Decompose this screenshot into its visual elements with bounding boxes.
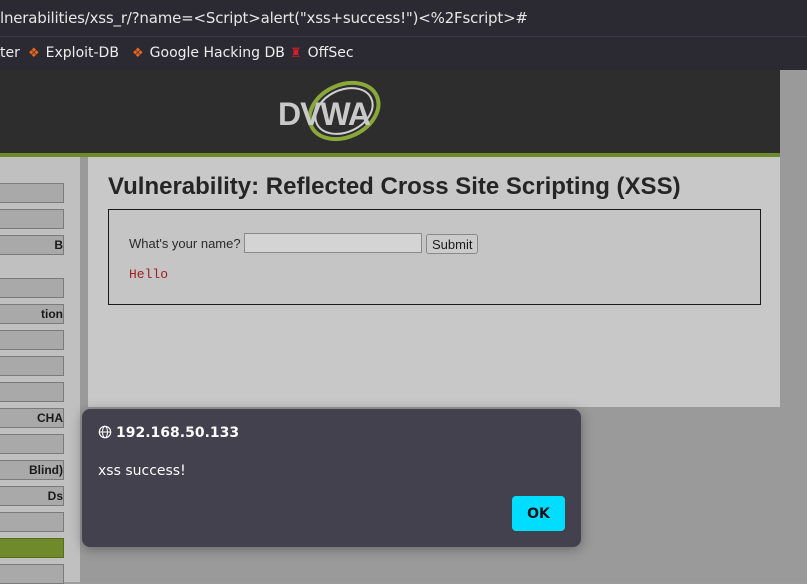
sidebar-menu: B tion CHA Blind) Ds [0, 157, 80, 584]
bookmark-item[interactable]: ter [0, 45, 20, 61]
sidebar-item[interactable]: Ds [0, 486, 64, 506]
sidebar-item[interactable] [0, 209, 64, 229]
globe-icon [98, 425, 112, 439]
sidebar-item[interactable]: B [0, 235, 64, 255]
ghdb-icon: ❖ [132, 46, 144, 61]
sidebar-item[interactable] [0, 330, 64, 350]
vulnerable-code-area: What's your name? Submit Hello [108, 209, 761, 305]
sidebar-item-label: B [54, 238, 63, 252]
sidebar-item-active[interactable] [0, 538, 64, 558]
bookmarks-toolbar: ter ❖ Exploit-DB ❖ Google Hacking DB ♜ OffS… [0, 36, 807, 70]
sidebar-item[interactable] [0, 382, 64, 402]
url-bar[interactable]: lnerabilities/xss_r/?name=<Script>alert(… [0, 0, 807, 36]
sidebar-item[interactable]: CHA [0, 408, 64, 428]
sidebar-item[interactable] [0, 512, 64, 532]
bookmark-label: OffSec [307, 45, 354, 61]
sidebar-item-label: Ds [47, 489, 63, 503]
submit-button[interactable]: Submit [426, 234, 479, 254]
bookmark-offsec[interactable]: ♜ OffSec [290, 45, 354, 61]
offsec-icon: ♜ [290, 46, 302, 61]
sidebar-item[interactable]: tion [0, 304, 64, 324]
name-label: What's your name? [129, 236, 241, 251]
bookmark-label: ter [0, 45, 20, 61]
sidebar-item[interactable] [0, 356, 64, 376]
bookmark-label: Google Hacking DB [149, 45, 285, 61]
dialog-origin-text: 192.168.50.133 [116, 425, 240, 441]
sidebar-item-label: CHA [37, 411, 63, 425]
sidebar-item[interactable] [0, 564, 64, 584]
reflected-output: Hello [129, 267, 169, 282]
dialog-message: xss success! [98, 463, 186, 479]
sidebar-item-label: Blind) [29, 463, 63, 477]
page-title: Vulnerability: Reflected Cross Site Scri… [108, 173, 681, 200]
sidebar-item[interactable] [0, 278, 64, 298]
exploit-db-icon: ❖ [28, 46, 40, 61]
sidebar-item[interactable] [0, 434, 64, 454]
ok-button[interactable]: OK [512, 496, 565, 531]
bookmark-label: Exploit-DB [45, 45, 119, 61]
sidebar-item[interactable]: Blind) [0, 460, 64, 480]
sidebar-item[interactable] [0, 183, 64, 203]
logo-text: DVWA [278, 96, 371, 132]
bookmark-exploit-db[interactable]: ❖ Exploit-DB [28, 45, 119, 61]
dvwa-logo: DVWA [278, 78, 388, 144]
name-input[interactable] [244, 233, 422, 253]
dialog-origin: 192.168.50.133 [98, 425, 239, 441]
page-header: DVWA [0, 70, 780, 153]
bookmark-google-hacking-db[interactable]: ❖ Google Hacking DB [132, 45, 285, 61]
alert-dialog: 192.168.50.133 xss success! OK [82, 409, 581, 547]
sidebar-item-label: tion [41, 307, 63, 321]
url-text[interactable]: lnerabilities/xss_r/?name=<Script>alert(… [0, 9, 528, 27]
main-content: Vulnerability: Reflected Cross Site Scri… [88, 157, 780, 407]
